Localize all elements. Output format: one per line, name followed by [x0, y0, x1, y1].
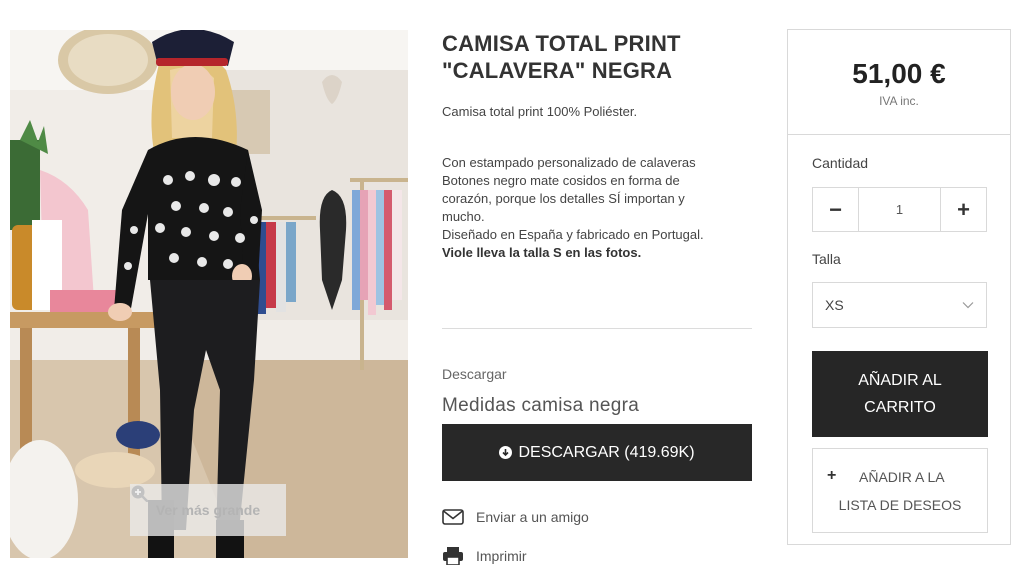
product-title-line2: "CALAVERA" NEGRA [442, 58, 673, 83]
envelope-icon [442, 509, 464, 525]
zoom-button[interactable]: Ver más grande [130, 484, 286, 536]
product-price: 51,00 € [852, 58, 946, 89]
printer-icon [443, 547, 463, 565]
add-to-cart-label-line2: CARRITO [864, 399, 936, 416]
purchase-box: 51,00 € IVA inc. Cantidad − 1 + Talla XS… [787, 29, 1011, 545]
download-button-label: DESCARGAR (419.69K) [518, 443, 695, 461]
size-select-value: XS [825, 297, 844, 313]
description-line: mucho. [442, 209, 485, 224]
quantity-label: Cantidad [812, 155, 869, 171]
plus-icon: + [827, 467, 837, 484]
description-line: corazón, porque los detalles SÍ importan… [442, 191, 685, 206]
quantity-increment-button[interactable]: + [941, 188, 986, 231]
description-line: Botones negro mate cosidos en forma de [442, 173, 680, 188]
zoom-button-label: Ver más grande [155, 502, 261, 518]
description-line: Con estampado personalizado de calaveras [442, 155, 696, 170]
send-to-friend-label: Enviar a un amigo [476, 509, 589, 525]
add-to-cart-label-line1: AÑADIR AL [858, 372, 942, 389]
product-photo-illustration [10, 30, 408, 558]
section-divider [442, 328, 752, 329]
send-to-friend-link[interactable]: Enviar a un amigo [442, 508, 589, 526]
wishlist-label-line1: AÑADIR A LA [859, 469, 945, 485]
quantity-stepper: − 1 + [812, 187, 987, 232]
add-to-wishlist-button[interactable]: + AÑADIR A LA LISTA DE DESEOS [812, 448, 988, 533]
wishlist-label-line2: LISTA DE DESEOS [838, 497, 962, 513]
add-to-cart-button[interactable]: AÑADIR AL CARRITO [812, 351, 988, 437]
quantity-decrement-button[interactable]: − [813, 188, 858, 231]
tax-note: IVA inc. [879, 94, 919, 108]
product-photo[interactable]: Ver más grande [10, 30, 408, 558]
description-size-note: Viole lleva la talla S en las fotos. [442, 245, 642, 260]
product-title: CAMISA TOTAL PRINT "CALAVERA" NEGRA [442, 30, 762, 84]
download-label: Descargar [442, 366, 507, 382]
download-file-name: Medidas camisa negra [442, 395, 640, 416]
product-title-line1: CAMISA TOTAL PRINT [442, 31, 681, 56]
zoom-plus-icon [131, 485, 148, 502]
quantity-input[interactable]: 1 [858, 188, 941, 231]
download-button[interactable]: DESCARGAR (419.69K) [442, 424, 752, 481]
price-area: 51,00 € IVA inc. [788, 30, 1010, 135]
size-label: Talla [812, 251, 841, 267]
print-link[interactable]: Imprimir [442, 547, 527, 565]
product-subtitle: Camisa total print 100% Poliéster. [442, 104, 638, 119]
print-label: Imprimir [476, 548, 527, 564]
product-description: Con estampado personalizado de calaveras… [442, 154, 752, 262]
description-line: Diseñado en España y fabricado en Portug… [442, 227, 704, 242]
size-select[interactable]: XS [812, 282, 987, 328]
download-circle-icon [499, 446, 513, 459]
chevron-down-icon [962, 302, 974, 309]
